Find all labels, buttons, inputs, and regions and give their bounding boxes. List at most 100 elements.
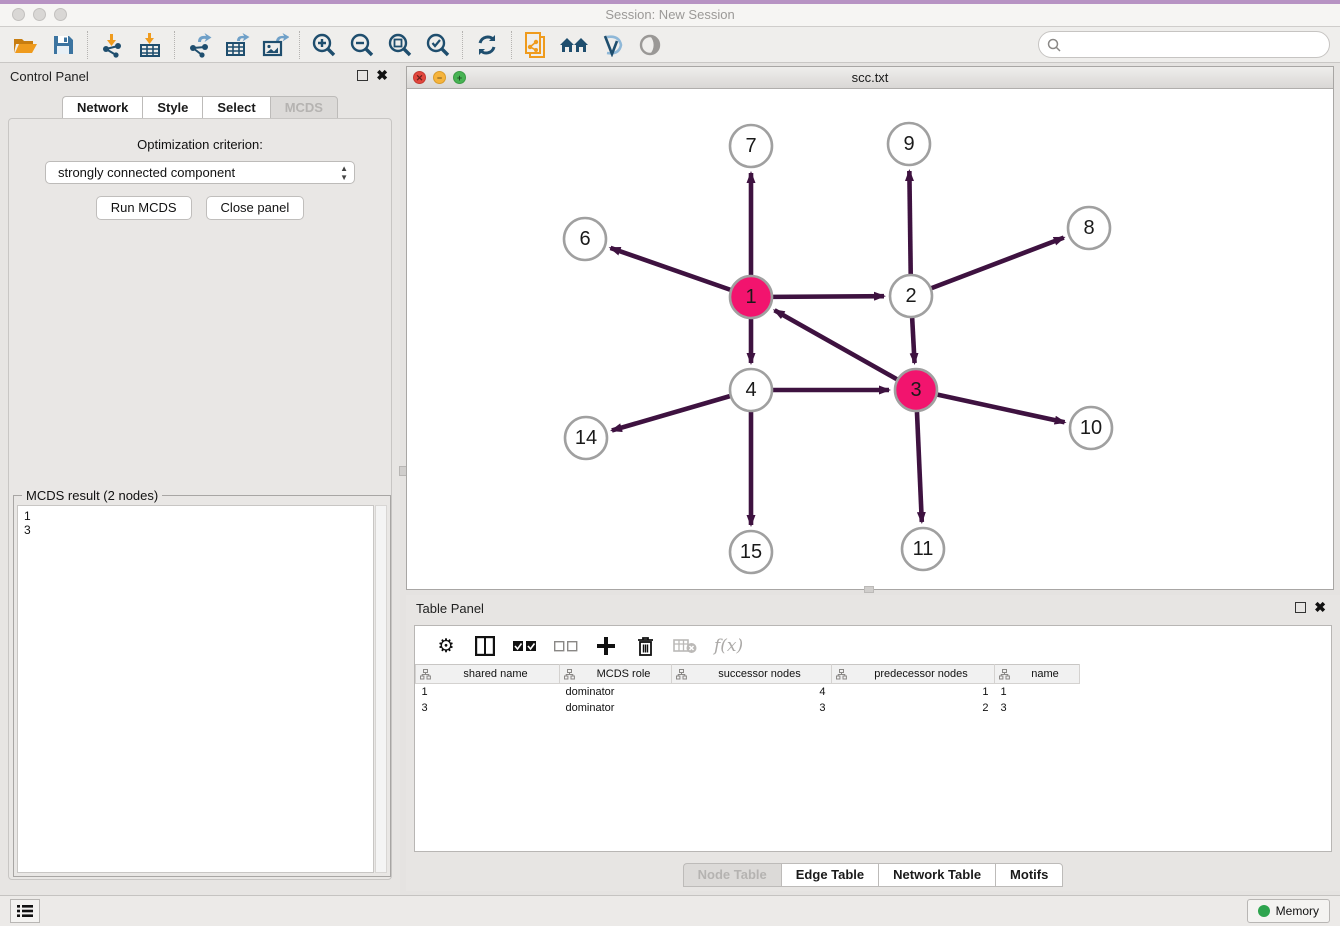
save-session-button[interactable] xyxy=(44,29,82,61)
zoom-in-button[interactable] xyxy=(305,29,343,61)
node-7[interactable]: 7 xyxy=(730,125,772,167)
node-label: 14 xyxy=(575,427,597,449)
edge-2-8[interactable] xyxy=(932,238,1064,289)
table-panel-header: Table Panel ✖ xyxy=(406,595,1340,622)
tab-style[interactable]: Style xyxy=(142,96,202,120)
horizontal-splitter-handle[interactable] xyxy=(864,586,874,593)
tab-network[interactable]: Network xyxy=(62,96,142,120)
zoom-selected-icon xyxy=(425,32,451,58)
edge-2-9[interactable] xyxy=(909,171,910,274)
column-header-spacer xyxy=(1080,665,1332,684)
home-layout-button[interactable] xyxy=(555,29,593,61)
show-overview-button[interactable] xyxy=(631,29,669,61)
tab-network-table[interactable]: Network Table xyxy=(878,863,995,887)
refresh-button[interactable] xyxy=(468,29,506,61)
titlebar: Session: New Session xyxy=(0,4,1340,27)
node-10[interactable]: 10 xyxy=(1070,407,1112,449)
open-folder-icon xyxy=(12,33,38,57)
result-scrollbar[interactable] xyxy=(375,505,387,873)
zoom-fit-icon xyxy=(387,32,413,58)
save-icon xyxy=(51,33,75,57)
import-table-button[interactable] xyxy=(131,29,169,61)
clone-network-icon xyxy=(523,31,549,59)
export-network-icon xyxy=(186,32,212,58)
node-8[interactable]: 8 xyxy=(1068,207,1110,249)
criterion-value: strongly connected component xyxy=(58,165,235,180)
node-4[interactable]: 4 xyxy=(730,369,772,411)
mcds-result-text[interactable]: 1 3 xyxy=(17,505,374,873)
edge-3-11[interactable] xyxy=(917,412,922,522)
column-header-shared-name[interactable]: shared name xyxy=(416,665,560,684)
table-row[interactable]: 3dominator323 xyxy=(416,700,1332,716)
tab-select[interactable]: Select xyxy=(202,96,269,120)
tab-edge-table[interactable]: Edge Table xyxy=(781,863,878,887)
table-row[interactable]: 1dominator411 xyxy=(416,684,1332,700)
node-15[interactable]: 15 xyxy=(730,531,772,573)
open-session-button[interactable] xyxy=(6,29,44,61)
mcds-tab-pane: Optimization criterion: strongly connect… xyxy=(8,118,392,880)
edge-1-6[interactable] xyxy=(610,248,730,290)
zoom-fit-button[interactable] xyxy=(381,29,419,61)
select-all-columns-icon[interactable] xyxy=(513,641,537,652)
import-network-button[interactable] xyxy=(93,29,131,61)
tab-mcds[interactable]: MCDS xyxy=(270,96,338,120)
run-mcds-button[interactable]: Run MCDS xyxy=(96,196,192,220)
export-table-button[interactable] xyxy=(218,29,256,61)
export-table-icon xyxy=(224,32,250,58)
tab-node-table[interactable]: Node Table xyxy=(683,863,781,887)
tab-motifs[interactable]: Motifs xyxy=(995,863,1063,887)
add-column-icon[interactable] xyxy=(595,637,617,655)
refresh-icon xyxy=(475,33,499,57)
optimization-criterion-label: Optimization criterion: xyxy=(9,137,391,152)
node-label: 11 xyxy=(913,538,934,560)
status-bar: Memory xyxy=(0,895,1340,926)
edge-4-14[interactable] xyxy=(612,396,730,430)
hide-graphics-details-button[interactable] xyxy=(593,29,631,61)
column-layout-icon[interactable] xyxy=(474,636,496,656)
node-9[interactable]: 9 xyxy=(888,123,930,165)
edge-3-10[interactable] xyxy=(937,395,1064,423)
column-header-name[interactable]: name xyxy=(995,665,1080,684)
memory-button[interactable]: Memory xyxy=(1247,899,1330,923)
network-window-titlebar[interactable]: ✕ − + scc.txt xyxy=(407,67,1333,89)
close-panel-icon[interactable]: ✖ xyxy=(1314,599,1326,616)
criterion-dropdown[interactable]: strongly connected component ▲▼ xyxy=(45,161,355,184)
column-header-MCDS-role[interactable]: MCDS role xyxy=(560,665,672,684)
mcds-result-title: MCDS result (2 nodes) xyxy=(22,488,162,503)
export-network-button[interactable] xyxy=(180,29,218,61)
table-panel-title: Table Panel xyxy=(416,601,484,616)
close-panel-button[interactable]: Close panel xyxy=(206,196,305,220)
hide-graphics-details-icon xyxy=(599,33,625,57)
node-3[interactable]: 3 xyxy=(895,369,937,411)
edge-2-3[interactable] xyxy=(912,318,914,363)
node-14[interactable]: 14 xyxy=(565,417,607,459)
zoom-selected-button[interactable] xyxy=(419,29,457,61)
task-history-button[interactable] xyxy=(10,899,40,923)
deselect-all-columns-icon[interactable] xyxy=(554,641,578,652)
node-11[interactable]: 11 xyxy=(902,528,944,570)
close-panel-icon[interactable]: ✖ xyxy=(376,67,388,84)
export-image-button[interactable] xyxy=(256,29,294,61)
toolbar-search xyxy=(1038,31,1330,58)
float-panel-icon[interactable] xyxy=(1295,602,1306,613)
node-label: 1 xyxy=(745,286,756,308)
column-header-predecessor-nodes[interactable]: predecessor nodes xyxy=(832,665,995,684)
node-table-body: 1dominator4113dominator323 xyxy=(416,684,1332,716)
search-input[interactable] xyxy=(1066,38,1329,52)
float-panel-icon[interactable] xyxy=(357,70,368,81)
column-header-successor-nodes[interactable]: successor nodes xyxy=(672,665,832,684)
node-2[interactable]: 2 xyxy=(890,275,932,317)
node-6[interactable]: 6 xyxy=(564,218,606,260)
network-canvas[interactable]: 7 9 6 8 1 2 4 3 14 10 15 11 xyxy=(407,89,1333,589)
edge-1-2[interactable] xyxy=(773,296,884,297)
clone-network-button[interactable] xyxy=(517,29,555,61)
table-settings-icon[interactable]: ⚙ xyxy=(435,637,457,656)
delete-table-icon[interactable] xyxy=(673,638,697,654)
delete-column-icon[interactable] xyxy=(634,636,656,656)
node-label: 4 xyxy=(745,379,756,401)
function-builder-icon[interactable]: f(x) xyxy=(714,636,743,656)
edge-3-1[interactable] xyxy=(775,310,897,379)
zoom-out-button[interactable] xyxy=(343,29,381,61)
table-toolbar: ⚙ f(x) xyxy=(415,626,1331,664)
node-1[interactable]: 1 xyxy=(730,276,772,318)
